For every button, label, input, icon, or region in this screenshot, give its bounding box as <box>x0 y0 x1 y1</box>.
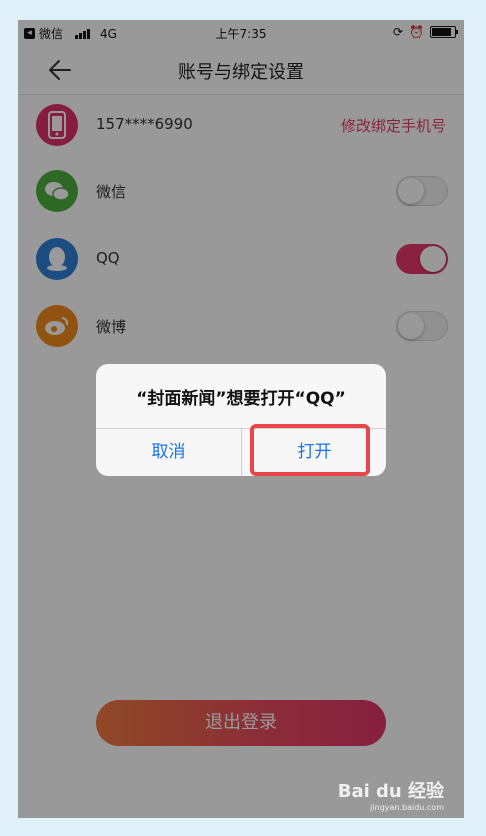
cancel-button[interactable]: 取消 <box>96 428 241 476</box>
watermark-url: jingyan.baidu.com <box>370 803 444 812</box>
phone-screen: ◂ 微信 4G 上午7:35 ⟳ ⏰ 账号与绑定设置 157****6990 修… <box>18 20 464 818</box>
dialog-message: “封面新闻”想要打开“QQ” <box>136 389 346 409</box>
baidu-watermark-logo: Bai du 经验 jingyan.baidu.com <box>338 777 444 812</box>
watermark-brand: Bai du 经验 <box>337 781 444 802</box>
open-button-highlight <box>250 424 370 476</box>
